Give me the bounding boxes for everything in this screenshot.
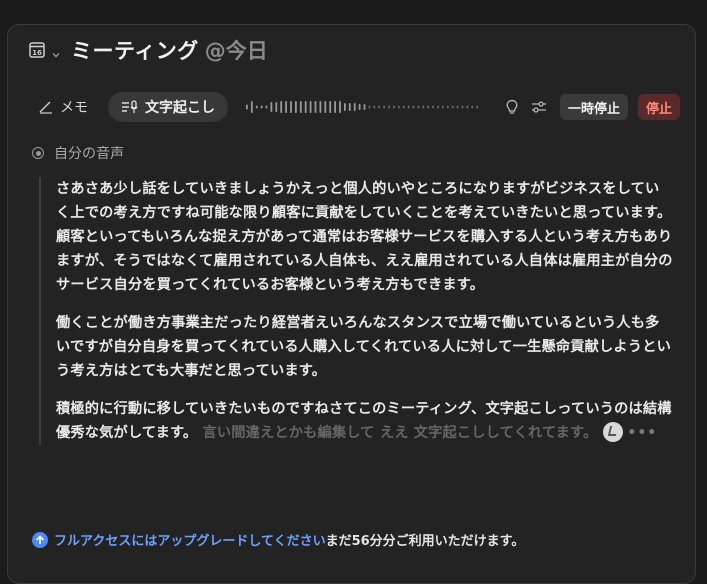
waveform-bar: [397, 105, 400, 109]
radio-icon: [32, 147, 44, 159]
audio-source[interactable]: 自分の音声: [32, 143, 124, 163]
waveform-bar: [265, 105, 268, 109]
waveform-bar: [270, 102, 273, 112]
chevron-down-icon[interactable]: [51, 45, 61, 58]
meeting-header: 16 ミーティング @今日: [28, 37, 268, 63]
settings-sliders-icon[interactable]: [531, 100, 547, 114]
transcript-paragraph-live: 積極的に行動に移していきたいものですねさてこのミーティング、文字起こしっていうの…: [56, 397, 673, 445]
waveform-bar: [250, 101, 253, 113]
toolbar: メモ 文字起こし 一時停止 停止: [8, 91, 697, 123]
waveform-bar: [417, 105, 420, 109]
meeting-title[interactable]: ミーティング: [71, 35, 199, 65]
waveform-bar: [358, 104, 361, 110]
waveform-bar: [407, 105, 410, 109]
waveform-bar: [280, 101, 283, 113]
waveform-bar: [348, 103, 351, 111]
waveform-bar: [451, 105, 454, 109]
memo-tab-label: メモ: [60, 100, 88, 116]
transcript-icon: [122, 100, 138, 113]
pencil-icon: [39, 101, 52, 114]
waveform-bar: [339, 101, 341, 113]
calendar-icon[interactable]: 16: [28, 41, 46, 59]
lightbulb-icon[interactable]: [505, 99, 519, 115]
audio-source-label: 自分の音声: [54, 146, 124, 162]
speaker-avatar: [603, 422, 624, 442]
waveform-bar: [295, 101, 297, 113]
transcript-paragraph: さあさあ少し話をしていきましょうかえっと個人的いやところになりますがビジネスをし…: [56, 181, 673, 293]
waveform-bar: [260, 105, 263, 109]
meeting-panel: 16 ミーティング @今日 メモ 文字起こし 一時停止 停止 自分の音声 さあさ…: [7, 24, 696, 584]
waveform-bar: [309, 101, 312, 113]
transcription-tab-label: 文字起こし: [145, 100, 215, 116]
transcript-pending-text: 言い間違えとかも編集して ええ 文字起こししてくれてます。: [202, 425, 598, 441]
transcript-paragraph: 働くことが働き方事業主だったり経営者えいろんなスタンスで立場で働いているという人…: [56, 315, 671, 379]
waveform-bar: [402, 105, 405, 109]
upgrade-link[interactable]: フルアクセスにはアップグレードしてください: [54, 530, 326, 549]
pause-button[interactable]: 一時停止: [560, 94, 629, 120]
waveform-bar: [471, 105, 474, 109]
waveform-bar: [432, 105, 434, 109]
waveform-bar: [378, 105, 381, 109]
waveform-bar: [373, 105, 376, 109]
waveform-bar: [393, 105, 395, 109]
waveform-bar: [344, 103, 346, 111]
waveform-bar: [255, 105, 258, 109]
waveform-bar: [275, 102, 278, 112]
waveform-bar: [446, 105, 449, 109]
memo-tab[interactable]: メモ: [38, 91, 88, 123]
waveform-bar: [314, 101, 317, 113]
meeting-date: @今日: [204, 39, 268, 63]
waveform-bar: [456, 105, 459, 109]
stop-button[interactable]: 停止: [638, 94, 681, 120]
waveform-bar: [363, 104, 366, 110]
waveform-bar: [353, 103, 356, 111]
waveform-bar: [412, 105, 415, 109]
typing-indicator: •••: [627, 425, 658, 441]
waveform-bar: [437, 105, 439, 109]
svg-text:16: 16: [32, 49, 42, 57]
waveform-bar: [422, 105, 425, 109]
waveform-bar: [442, 105, 444, 109]
waveform-bar: [290, 101, 292, 113]
waveform-bar: [476, 105, 479, 109]
waveform-bar: [368, 105, 371, 109]
remaining-time-text: まだ56分分ご利用いただけます。: [325, 534, 525, 549]
waveform-bar: [319, 101, 322, 113]
waveform-bar: [324, 101, 327, 113]
waveform-bar: [329, 101, 332, 113]
footer-notice: フルアクセスにはアップグレードしてください まだ56分分ご利用いただけます。: [32, 530, 524, 549]
waveform-bar: [246, 104, 248, 110]
transcript-body: さあさあ少し話をしていきましょうかえっと個人的いやところになりますがビジネスをし…: [39, 177, 673, 445]
waveform-bar: [461, 105, 464, 109]
waveform-bar: [466, 105, 469, 109]
waveform-bar: [427, 105, 430, 109]
waveform-bar: [383, 105, 385, 109]
waveform-bar: [388, 105, 390, 109]
waveform-bar: [285, 101, 287, 113]
transcription-tab[interactable]: 文字起こし: [108, 92, 228, 122]
waveform-bar: [299, 101, 302, 113]
waveform-bar: [304, 101, 307, 113]
audio-waveform: [246, 101, 479, 113]
waveform-bar: [334, 101, 336, 113]
upgrade-arrow-icon[interactable]: [32, 531, 48, 548]
